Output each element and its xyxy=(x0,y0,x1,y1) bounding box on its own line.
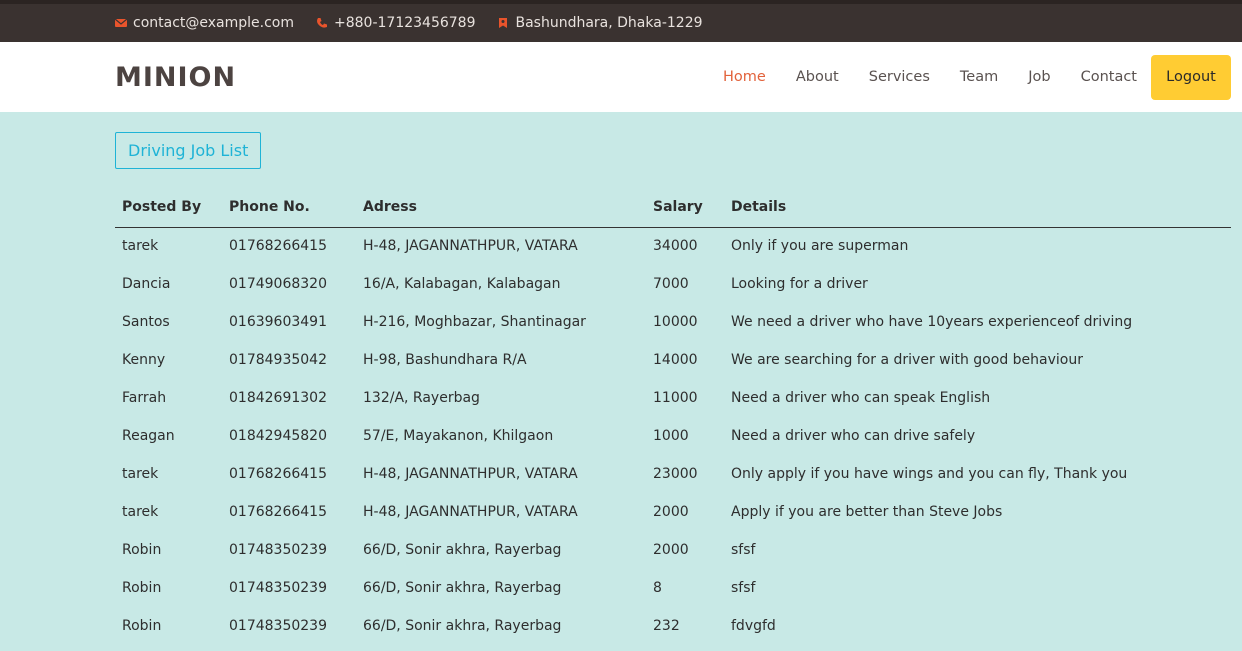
cell-details: sfsf xyxy=(731,580,756,596)
cell-details: We need a driver who have 10years experi… xyxy=(731,314,1133,330)
top-contact-bar: contact@example.com +880-17123456789 Bas… xyxy=(0,0,1242,42)
cell-phone: 01842945820 xyxy=(229,428,327,444)
cell-posted-by: tarek xyxy=(122,504,159,520)
table-row: Dancia 01749068320 16/A, Kalabagan, Kala… xyxy=(115,265,1231,303)
cell-phone: 01748350239 xyxy=(229,580,327,596)
cell-address: H-48, JAGANNATHPUR, VATARA xyxy=(363,504,578,520)
table-row: Robin 01748350239 66/D, Sonir akhra, Ray… xyxy=(115,607,1231,645)
cell-posted-by: Reagan xyxy=(122,428,175,444)
cell-address: 132/A, Rayerbag xyxy=(363,390,480,406)
page-title[interactable]: Driving Job List xyxy=(115,132,262,169)
cell-details: Need a driver who can drive safely xyxy=(731,428,976,444)
email-text: contact@example.com xyxy=(133,15,294,31)
site-header: MINION Home About Services Team Job Cont… xyxy=(0,42,1242,112)
cell-posted-by: Santos xyxy=(122,314,170,330)
cell-phone: 01842691302 xyxy=(229,390,327,406)
table-row: Robin 01748350239 66/D, Sonir akhra, Ray… xyxy=(115,531,1231,569)
cell-address: 57/E, Mayakanon, Khilgaon xyxy=(363,428,554,444)
cell-salary: 10000 xyxy=(653,314,698,330)
cell-address: 66/D, Sonir akhra, Rayerbag xyxy=(363,618,562,634)
cell-address: H-216, Moghbazar, Shantinagar xyxy=(363,314,586,330)
table-row: Kenny 01784935042 H-98, Bashundhara R/A … xyxy=(115,341,1231,379)
logout-button[interactable]: Logout xyxy=(1151,54,1231,100)
cell-salary: 2000 xyxy=(653,504,689,520)
cell-salary: 8 xyxy=(653,580,662,596)
cell-details: Only apply if you have wings and you can… xyxy=(731,466,1128,482)
cell-salary: 232 xyxy=(653,618,680,634)
cell-salary: 14000 xyxy=(653,352,698,368)
main-content: Driving Job List Posted By Phone No. Adr… xyxy=(0,112,1242,645)
cell-details: sfsf xyxy=(731,542,756,558)
cell-posted-by: Robin xyxy=(122,580,162,596)
cell-details: Apply if you are better than Steve Jobs xyxy=(731,504,1003,520)
cell-posted-by: Kenny xyxy=(122,352,166,368)
table-row: Farrah 01842691302 132/A, Rayerbag 11000… xyxy=(115,379,1231,417)
cell-details: Only if you are superman xyxy=(731,238,909,255)
cell-posted-by: Robin xyxy=(122,542,162,558)
cell-address: H-98, Bashundhara R/A xyxy=(363,352,527,368)
table-row: tarek 01768266415 H-48, JAGANNATHPUR, VA… xyxy=(115,493,1231,531)
phone-text: +880-17123456789 xyxy=(334,15,476,31)
cell-salary: 1000 xyxy=(653,428,689,444)
cell-phone: 01784935042 xyxy=(229,352,327,368)
cell-details: Looking for a driver xyxy=(731,276,868,292)
table-body: tarek 01768266415 H-48, JAGANNATHPUR, VA… xyxy=(115,227,1231,645)
col-posted-by: Posted By xyxy=(115,189,222,228)
nav-services[interactable]: Services xyxy=(869,69,930,85)
address-text: Bashundhara, Dhaka-1229 xyxy=(515,15,703,31)
cell-posted-by: Dancia xyxy=(122,276,171,292)
cell-phone: 01639603491 xyxy=(229,314,327,330)
nav-contact[interactable]: Contact xyxy=(1081,69,1137,85)
contact-address: Bashundhara, Dhaka-1229 xyxy=(497,15,703,31)
table-row: Robin 01748350239 66/D, Sonir akhra, Ray… xyxy=(115,569,1231,607)
cell-salary: 2000 xyxy=(653,542,689,558)
cell-phone: 01748350239 xyxy=(229,618,327,634)
col-phone: Phone No. xyxy=(222,189,356,228)
nav-home[interactable]: Home xyxy=(723,69,766,85)
cell-posted-by: tarek xyxy=(122,466,159,482)
cell-address: 16/A, Kalabagan, Kalabagan xyxy=(363,276,561,292)
main-nav: Home About Services Team Job Contact Log… xyxy=(693,54,1231,100)
site-logo[interactable]: MINION xyxy=(115,62,236,93)
cell-salary: 11000 xyxy=(653,390,698,406)
cell-posted-by: tarek xyxy=(122,238,159,255)
nav-about[interactable]: About xyxy=(796,69,839,85)
table-row: tarek 01768266415 H-48, JAGANNATHPUR, VA… xyxy=(115,227,1231,265)
cell-posted-by: Robin xyxy=(122,618,162,634)
cell-address: H-48, JAGANNATHPUR, VATARA xyxy=(363,466,578,482)
cell-details: Need a driver who can speak English xyxy=(731,390,991,406)
job-table: Posted By Phone No. Adress Salary Detail… xyxy=(115,189,1231,645)
cell-salary: 34000 xyxy=(653,238,698,255)
cell-details: We are searching for a driver with good … xyxy=(731,352,1083,368)
cell-details: fdvgfd xyxy=(731,618,776,634)
cell-phone: 01768266415 xyxy=(229,238,327,255)
cell-posted-by: Farrah xyxy=(122,390,167,406)
cell-salary: 23000 xyxy=(653,466,698,482)
cell-phone: 01748350239 xyxy=(229,542,327,558)
envelope-icon xyxy=(115,17,127,29)
cell-phone: 01768266415 xyxy=(229,504,327,520)
nav-team[interactable]: Team xyxy=(960,69,998,85)
col-address: Adress xyxy=(356,189,646,228)
col-details: Details xyxy=(724,189,1231,228)
cell-phone: 01768266415 xyxy=(229,466,327,482)
phone-icon xyxy=(316,17,328,29)
contact-email[interactable]: contact@example.com xyxy=(115,15,294,31)
nav-job[interactable]: Job xyxy=(1028,69,1050,85)
table-header-row: Posted By Phone No. Adress Salary Detail… xyxy=(115,189,1231,228)
cell-salary: 7000 xyxy=(653,276,689,292)
cell-address: 66/D, Sonir akhra, Rayerbag xyxy=(363,580,562,596)
cell-address: H-48, JAGANNATHPUR, VATARA xyxy=(363,238,578,255)
cell-phone: 01749068320 xyxy=(229,276,327,292)
cell-address: 66/D, Sonir akhra, Rayerbag xyxy=(363,542,562,558)
table-row: Reagan 01842945820 57/E, Mayakanon, Khil… xyxy=(115,417,1231,455)
table-row: Santos 01639603491 H-216, Moghbazar, Sha… xyxy=(115,303,1231,341)
table-row: tarek 01768266415 H-48, JAGANNATHPUR, VA… xyxy=(115,455,1231,493)
map-marker-icon xyxy=(497,17,509,29)
col-salary: Salary xyxy=(646,189,724,228)
contact-phone[interactable]: +880-17123456789 xyxy=(316,15,475,31)
